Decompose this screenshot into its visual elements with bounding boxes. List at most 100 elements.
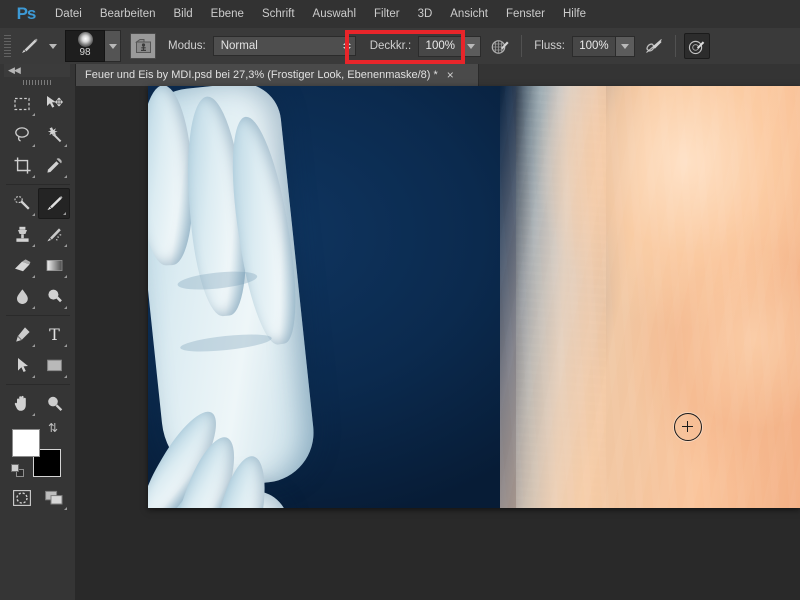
tool-eraser[interactable] xyxy=(6,250,38,281)
document-tab-bar: Feuer und Eis by MDI.psd bei 27,3% (Fros… xyxy=(75,64,800,87)
tools-panel: ◀◀ T ⇅ xyxy=(0,64,76,600)
tool-row xyxy=(6,188,70,219)
screen-mode-icon[interactable] xyxy=(38,482,70,513)
tool-row xyxy=(6,388,70,419)
chevron-down-icon xyxy=(620,43,629,49)
canvas-fire-texture xyxy=(500,86,800,508)
menu-item-filter[interactable]: Filter xyxy=(365,0,409,28)
foreground-color-swatch[interactable] xyxy=(12,429,40,457)
tool-row xyxy=(6,119,70,150)
tool-expand-corner-icon xyxy=(32,144,35,147)
brush-crosshair-cursor xyxy=(674,413,702,441)
tool-row xyxy=(6,281,70,312)
menu-item-ansicht[interactable]: Ansicht xyxy=(441,0,497,28)
tool-expand-corner-icon xyxy=(64,507,67,510)
tool-magic-wand[interactable] xyxy=(38,119,70,150)
tool-rectangle-shape[interactable] xyxy=(38,350,70,381)
quick-mask-icon[interactable] xyxy=(6,482,38,513)
tools-divider-2 xyxy=(6,315,70,316)
document-tab[interactable]: Feuer und Eis by MDI.psd bei 27,3% (Fros… xyxy=(75,64,479,86)
brush-preset-dropdown[interactable] xyxy=(105,30,121,62)
tool-row xyxy=(6,88,70,119)
tool-type[interactable]: T xyxy=(38,319,70,350)
tool-expand-corner-icon xyxy=(64,306,67,309)
flow-dropdown-arrow[interactable] xyxy=(615,35,635,57)
photoshop-logo: Ps xyxy=(16,4,37,23)
menu-item-hilfe[interactable]: Hilfe xyxy=(554,0,595,28)
menu-item-3d[interactable]: 3D xyxy=(409,0,442,28)
tool-history-brush[interactable] xyxy=(38,219,70,250)
tool-rectangular-marquee[interactable] xyxy=(6,88,38,119)
blend-mode-label: Modus: xyxy=(168,40,206,52)
tool-gradient[interactable] xyxy=(38,250,70,281)
menu-bar: Ps Datei Bearbeiten Bild Ebene Schrift A… xyxy=(0,0,800,29)
menu-item-ebene[interactable]: Ebene xyxy=(202,0,253,28)
svg-text:T: T xyxy=(49,325,60,344)
tools-divider xyxy=(6,184,70,185)
tool-pen[interactable] xyxy=(6,319,38,350)
brush-tip-preview-icon xyxy=(77,32,93,47)
tool-row xyxy=(6,482,70,513)
document-tab-title: Feuer und Eis by MDI.psd bei 27,3% (Fros… xyxy=(85,69,438,81)
tool-eyedropper[interactable] xyxy=(38,150,70,181)
tools-panel-grip[interactable] xyxy=(23,80,51,85)
tool-expand-corner-icon xyxy=(64,344,67,347)
tool-expand-corner-icon xyxy=(63,212,66,215)
brush-preset-preview[interactable]: 98 xyxy=(65,30,105,62)
tool-expand-corner-icon xyxy=(64,375,67,378)
pressure-size-icon[interactable] xyxy=(683,33,710,59)
tool-expand-corner-icon xyxy=(32,275,35,278)
flow-input[interactable]: 100% xyxy=(571,35,616,57)
tool-dodge[interactable] xyxy=(38,281,70,312)
tool-spot-healing-brush[interactable] xyxy=(6,188,38,219)
opacity-dropdown-arrow[interactable] xyxy=(462,35,482,57)
tool-zoom[interactable] xyxy=(38,388,70,419)
brush-tool-icon[interactable] xyxy=(16,33,42,59)
tool-crop[interactable] xyxy=(6,150,38,181)
menu-item-fenster[interactable]: Fenster xyxy=(497,0,554,28)
options-divider-2 xyxy=(674,35,676,57)
canvas-workspace[interactable] xyxy=(75,86,800,600)
pressure-opacity-icon[interactable] xyxy=(488,34,512,58)
close-icon[interactable]: × xyxy=(447,69,454,81)
tool-hand[interactable] xyxy=(6,388,38,419)
photoshop-window: Ps Datei Bearbeiten Bild Ebene Schrift A… xyxy=(0,0,800,600)
tool-row: T xyxy=(6,319,70,350)
tool-expand-corner-icon xyxy=(32,344,35,347)
flow-label: Fluss: xyxy=(534,40,565,52)
swap-arrows-icon[interactable]: ⇅ xyxy=(48,422,58,434)
chevron-down-icon xyxy=(467,43,476,49)
tool-row xyxy=(6,150,70,181)
airbrush-icon[interactable] xyxy=(642,34,666,58)
brush-panel-toggle-icon[interactable] xyxy=(130,33,156,59)
options-bar-grip[interactable] xyxy=(4,35,11,57)
tool-expand-corner-icon xyxy=(64,244,67,247)
menu-item-bild[interactable]: Bild xyxy=(164,0,201,28)
tools-panel-header[interactable]: ◀◀ xyxy=(4,64,70,77)
tool-row xyxy=(6,250,70,281)
tool-blur[interactable] xyxy=(6,281,38,312)
tool-row xyxy=(6,350,70,381)
tool-expand-corner-icon xyxy=(32,413,35,416)
tool-expand-corner-icon xyxy=(64,144,67,147)
menu-item-auswahl[interactable]: Auswahl xyxy=(304,0,365,28)
tool-clone-stamp[interactable] xyxy=(6,219,38,250)
double-chevron-left-icon[interactable]: ◀◀ xyxy=(8,66,21,75)
opacity-input[interactable]: 100% xyxy=(418,35,463,57)
blend-mode-select[interactable]: Normal xyxy=(212,36,356,56)
brush-size-value: 98 xyxy=(79,47,91,58)
tool-expand-corner-icon xyxy=(64,275,67,278)
menu-item-bearbeiten[interactable]: Bearbeiten xyxy=(91,0,165,28)
default-colors-icon[interactable] xyxy=(11,464,24,477)
document-canvas[interactable] xyxy=(148,86,800,508)
tool-path-selection[interactable] xyxy=(6,350,38,381)
options-divider xyxy=(521,35,523,57)
blend-mode-value: Normal xyxy=(220,40,258,52)
menu-item-datei[interactable]: Datei xyxy=(46,0,91,28)
menu-item-schrift[interactable]: Schrift xyxy=(253,0,304,28)
tool-preset-chevron-down-icon[interactable] xyxy=(49,43,57,49)
mode-tools xyxy=(6,482,70,513)
tool-lasso[interactable] xyxy=(6,119,38,150)
tool-move[interactable] xyxy=(38,88,70,119)
tool-brush[interactable] xyxy=(38,188,70,219)
